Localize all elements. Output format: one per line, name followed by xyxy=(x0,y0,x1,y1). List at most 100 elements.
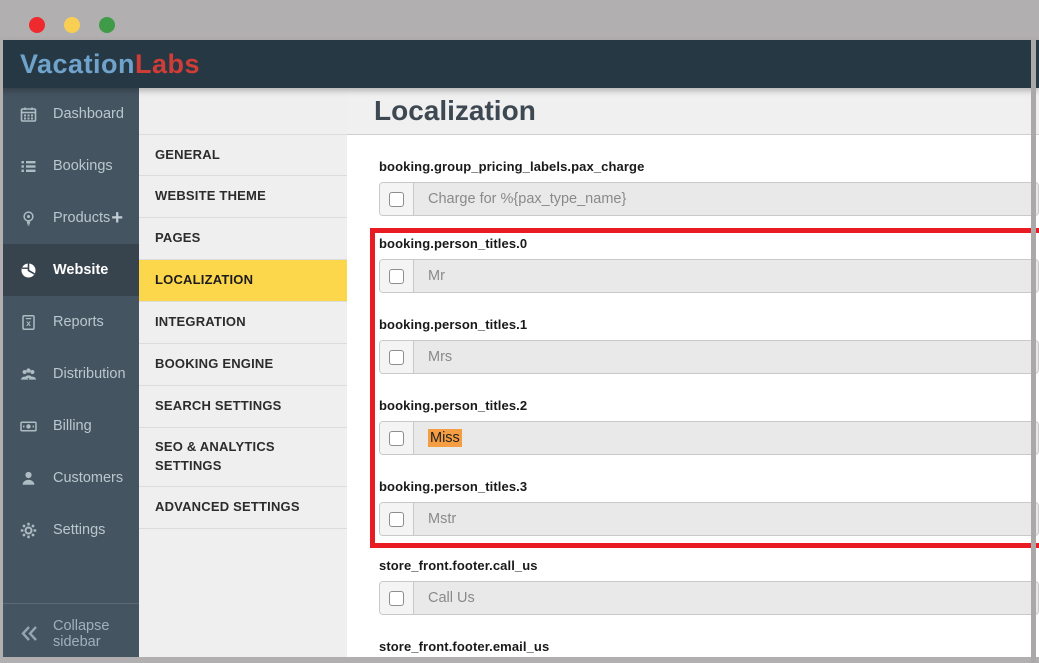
maximize-window-button[interactable] xyxy=(99,17,115,33)
checkbox-box xyxy=(389,349,404,365)
calendar-icon xyxy=(20,106,37,123)
sidebar-item-label: Distribution xyxy=(53,366,126,382)
tab-label: WEBSITE THEME xyxy=(155,188,266,204)
page-title: Localization xyxy=(374,95,536,126)
field-key-label: store_front.footer.call_us xyxy=(379,558,538,573)
tab-search-settings[interactable]: SEARCH SETTINGS xyxy=(139,386,347,428)
sidebar-item-settings[interactable]: Settings xyxy=(0,504,139,556)
collapse-sidebar-label: Collapse sidebar xyxy=(53,617,110,650)
translation-input[interactable]: Mr xyxy=(414,260,1038,292)
translation-value: Mrs xyxy=(428,349,453,365)
sidebar-item-website[interactable]: Website xyxy=(0,244,139,296)
tab-integration[interactable]: INTEGRATION xyxy=(139,302,347,344)
window-left-edge xyxy=(0,40,3,663)
translation-input[interactable]: Mstr xyxy=(414,503,1038,535)
translation-checkbox[interactable] xyxy=(380,422,414,454)
tab-label: ADVANCED SETTINGS xyxy=(155,498,300,514)
tab-label: PAGES xyxy=(155,230,201,246)
main-content: Localization booking.group_pricing_label… xyxy=(347,88,1039,663)
tab-booking-engine[interactable]: BOOKING ENGINE xyxy=(139,344,347,386)
app-header: VacationLabs xyxy=(0,40,1039,88)
svg-text:x: x xyxy=(26,318,31,328)
banknote-icon xyxy=(20,418,37,435)
field-key-label: booking.group_pricing_labels.pax_charge xyxy=(379,159,645,174)
checkbox-box xyxy=(389,268,404,284)
field-key-label: booking.person_titles.3 xyxy=(379,479,528,494)
translation-checkbox[interactable] xyxy=(380,260,414,292)
translation-input[interactable]: Call Us xyxy=(414,582,1038,614)
sidebar-item-reports[interactable]: x Reports xyxy=(0,296,139,348)
checkbox-box xyxy=(389,590,404,606)
translation-value: Charge for %{pax_type_name} xyxy=(428,191,627,207)
translation-input[interactable]: Mrs xyxy=(414,341,1038,373)
checkbox-box xyxy=(389,191,404,207)
report-icon: x xyxy=(20,314,37,331)
tab-advanced-settings[interactable]: ADVANCED SETTINGS xyxy=(139,487,347,529)
main-sidebar: Dashboard Bookings Products + Website x … xyxy=(0,88,139,663)
sidebar-item-customers[interactable]: Customers xyxy=(0,452,139,504)
brand-logo[interactable]: VacationLabs xyxy=(20,49,200,80)
tab-label: SEO & ANALYTICS SETTINGS xyxy=(155,439,275,473)
sidebar-item-products[interactable]: Products + xyxy=(0,192,139,244)
translation-input-group: Mrs xyxy=(379,340,1039,374)
sidebar-item-dashboard[interactable]: Dashboard xyxy=(0,88,139,140)
translation-input-group: Charge for %{pax_type_name} xyxy=(379,182,1039,216)
sidebar-item-label: Bookings xyxy=(53,158,113,174)
field-key-label: store_front.footer.email_us xyxy=(379,639,550,654)
close-window-button[interactable] xyxy=(29,17,45,33)
translation-input[interactable]: Miss xyxy=(414,422,1038,454)
translation-checkbox[interactable] xyxy=(380,503,414,535)
double-chevron-left-icon xyxy=(20,625,39,642)
translation-checkbox[interactable] xyxy=(380,341,414,373)
tab-website-theme[interactable]: WEBSITE THEME xyxy=(139,176,347,218)
gear-icon xyxy=(20,522,37,539)
app-window: VacationLabs Dashboard Bookings Products… xyxy=(0,0,1039,663)
page-header: Localization xyxy=(347,88,1039,135)
vertical-scrollbar[interactable] xyxy=(1031,40,1036,663)
tab-label: GENERAL xyxy=(155,146,220,162)
window-bottom-edge xyxy=(0,657,1039,663)
brand-logo-secondary: Labs xyxy=(135,48,201,79)
sidebar-item-label: Dashboard xyxy=(53,106,124,122)
field-key-label: booking.person_titles.1 xyxy=(379,317,528,332)
field-key-label: booking.person_titles.0 xyxy=(379,236,528,251)
bulb-icon xyxy=(20,210,37,227)
globe-icon xyxy=(20,262,37,279)
field-key-label: booking.person_titles.2 xyxy=(379,398,528,413)
translation-input-group: Mr xyxy=(379,259,1039,293)
sidebar-item-label: Website xyxy=(53,262,109,278)
tab-pages[interactable]: PAGES xyxy=(139,218,347,260)
checkbox-box xyxy=(389,430,404,446)
window-titlebar xyxy=(0,0,1039,40)
sidebar-item-bookings[interactable]: Bookings xyxy=(0,140,139,192)
add-product-icon[interactable]: + xyxy=(111,207,123,230)
translation-value: Mstr xyxy=(428,511,457,527)
tab-label: BOOKING ENGINE xyxy=(155,356,274,372)
search-highlighted-value: Miss xyxy=(428,429,462,447)
tab-seo-analytics-settings[interactable]: SEO & ANALYTICS SETTINGS xyxy=(139,428,347,487)
translation-input-group: Call Us xyxy=(379,581,1039,615)
sidebar-item-label: Reports xyxy=(53,314,104,330)
sidebar-item-label: Billing xyxy=(53,418,92,434)
red-annotation-box: booking.person_titles.0 Mr booking.perso… xyxy=(370,228,1039,548)
translation-checkbox[interactable] xyxy=(380,582,414,614)
collapse-sidebar-button[interactable]: Collapse sidebar xyxy=(0,603,139,663)
translation-input[interactable]: Charge for %{pax_type_name} xyxy=(414,183,1038,215)
sidebar-item-label: Settings xyxy=(53,522,106,538)
website-settings-submenu: GENERAL WEBSITE THEME PAGES LOCALIZATION… xyxy=(139,88,347,663)
translation-value: Call Us xyxy=(428,590,475,606)
tab-label: SEARCH SETTINGS xyxy=(155,398,282,414)
sidebar-item-label: Products xyxy=(53,210,111,226)
translation-input-group: Mstr xyxy=(379,502,1039,536)
sidebar-item-billing[interactable]: Billing xyxy=(0,400,139,452)
list-icon xyxy=(20,158,37,175)
translation-input-group: Miss xyxy=(379,421,1039,455)
person-icon xyxy=(20,470,37,487)
minimize-window-button[interactable] xyxy=(64,17,80,33)
translation-checkbox[interactable] xyxy=(380,183,414,215)
tab-general[interactable]: GENERAL xyxy=(139,134,347,176)
field-pax-charge: booking.group_pricing_labels.pax_charge … xyxy=(379,159,1039,216)
sidebar-item-distribution[interactable]: Distribution xyxy=(0,348,139,400)
brand-logo-primary: Vacation xyxy=(20,48,136,79)
tab-localization[interactable]: LOCALIZATION xyxy=(139,260,347,302)
